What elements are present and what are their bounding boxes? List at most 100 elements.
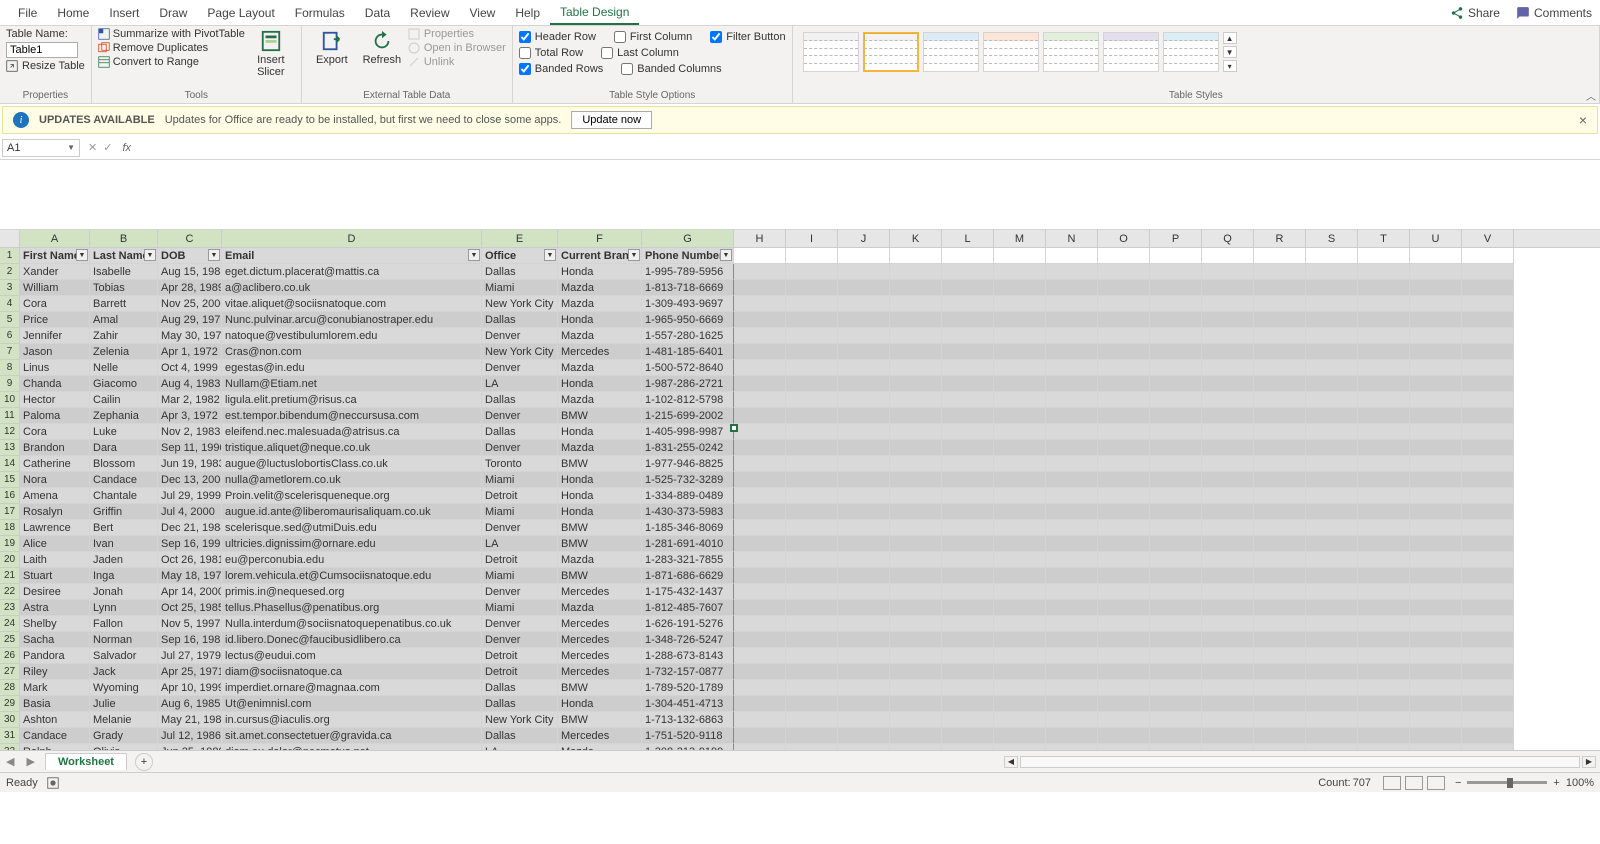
table-cell[interactable] [890, 328, 942, 344]
table-cell[interactable] [1098, 296, 1150, 312]
table-cell[interactable] [1046, 392, 1098, 408]
table-header-cell[interactable] [1046, 248, 1098, 264]
table-cell[interactable] [1046, 456, 1098, 472]
row-header[interactable]: 20 [0, 552, 20, 568]
row-header[interactable]: 13 [0, 440, 20, 456]
table-cell[interactable]: Blossom [90, 456, 158, 472]
table-cell[interactable] [1098, 520, 1150, 536]
table-cell[interactable] [838, 616, 890, 632]
table-style-thumb[interactable] [1043, 32, 1099, 72]
table-cell[interactable]: 1-215-699-2002 [642, 408, 734, 424]
table-style-thumb[interactable] [863, 32, 919, 72]
table-cell[interactable] [942, 472, 994, 488]
table-cell[interactable]: in.cursus@iaculis.org [222, 712, 482, 728]
table-cell[interactable]: Aug 15, 1988 [158, 264, 222, 280]
view-page-layout-icon[interactable] [1405, 776, 1423, 790]
table-cell[interactable] [942, 376, 994, 392]
table-cell[interactable] [1306, 504, 1358, 520]
table-cell[interactable]: Detroit [482, 552, 558, 568]
table-cell[interactable]: Chantale [90, 488, 158, 504]
table-cell[interactable] [1254, 328, 1306, 344]
table-cell[interactable] [1306, 728, 1358, 744]
table-cell[interactable]: Mazda [558, 440, 642, 456]
table-cell[interactable] [1098, 712, 1150, 728]
table-cell[interactable] [1046, 696, 1098, 712]
table-cell[interactable]: May 21, 1985 [158, 712, 222, 728]
table-cell[interactable] [734, 616, 786, 632]
table-cell[interactable]: Honda [558, 696, 642, 712]
table-cell[interactable]: Lynn [90, 600, 158, 616]
table-cell[interactable]: Price [20, 312, 90, 328]
table-cell[interactable]: Denver [482, 360, 558, 376]
table-cell[interactable]: Linus [20, 360, 90, 376]
table-cell[interactable]: Apr 28, 1989 [158, 280, 222, 296]
table-cell[interactable]: May 30, 1976 [158, 328, 222, 344]
table-cell[interactable] [1306, 744, 1358, 750]
table-cell[interactable] [1254, 376, 1306, 392]
table-cell[interactable] [1254, 712, 1306, 728]
table-cell[interactable]: Mazda [558, 600, 642, 616]
table-cell[interactable] [734, 584, 786, 600]
table-cell[interactable] [1150, 360, 1202, 376]
table-cell[interactable]: 1-308-213-9199 [642, 744, 734, 750]
table-cell[interactable]: Nov 25, 2000 [158, 296, 222, 312]
table-cell[interactable]: Jonah [90, 584, 158, 600]
table-cell[interactable] [838, 680, 890, 696]
table-cell[interactable]: nulla@ametlorem.co.uk [222, 472, 482, 488]
table-cell[interactable] [890, 712, 942, 728]
row-header[interactable]: 23 [0, 600, 20, 616]
table-cell[interactable] [942, 424, 994, 440]
table-cell[interactable] [838, 456, 890, 472]
table-cell[interactable] [734, 520, 786, 536]
table-cell[interactable] [1150, 632, 1202, 648]
table-cell[interactable] [1306, 616, 1358, 632]
table-cell[interactable]: 1-789-520-1789 [642, 680, 734, 696]
chk-header-row[interactable]: Header Row [519, 31, 596, 43]
table-cell[interactable] [1254, 440, 1306, 456]
table-cell[interactable] [1254, 520, 1306, 536]
table-cell[interactable] [890, 552, 942, 568]
table-cell[interactable] [1358, 440, 1410, 456]
table-cell[interactable] [1358, 712, 1410, 728]
table-cell[interactable]: Paloma [20, 408, 90, 424]
table-cell[interactable] [1358, 472, 1410, 488]
table-header-cell[interactable] [734, 248, 786, 264]
table-cell[interactable] [1098, 408, 1150, 424]
table-cell[interactable]: Nelle [90, 360, 158, 376]
table-cell[interactable]: Denver [482, 328, 558, 344]
table-cell[interactable] [1358, 424, 1410, 440]
table-cell[interactable] [1410, 408, 1462, 424]
table-cell[interactable] [1462, 488, 1514, 504]
table-cell[interactable]: LA [482, 536, 558, 552]
table-cell[interactable] [1358, 456, 1410, 472]
table-cell[interactable] [786, 392, 838, 408]
table-cell[interactable] [1098, 328, 1150, 344]
table-cell[interactable] [1410, 488, 1462, 504]
table-cell[interactable] [1410, 680, 1462, 696]
table-cell[interactable] [838, 520, 890, 536]
table-cell[interactable]: Oct 25, 1985 [158, 600, 222, 616]
table-cell[interactable] [1254, 280, 1306, 296]
table-cell[interactable]: Alice [20, 536, 90, 552]
table-cell[interactable]: Mercedes [558, 664, 642, 680]
table-cell[interactable]: Jack [90, 664, 158, 680]
table-cell[interactable] [786, 520, 838, 536]
table-cell[interactable] [994, 408, 1046, 424]
table-cell[interactable] [994, 264, 1046, 280]
table-cell[interactable]: Mar 2, 1982 [158, 392, 222, 408]
table-cell[interactable] [734, 408, 786, 424]
table-cell[interactable] [890, 312, 942, 328]
table-cell[interactable]: scelerisque.sed@utmiDuis.edu [222, 520, 482, 536]
filter-dropdown-icon[interactable]: ▼ [468, 249, 480, 261]
table-cell[interactable] [1046, 344, 1098, 360]
table-cell[interactable] [1150, 584, 1202, 600]
column-header[interactable]: B [90, 230, 158, 247]
table-cell[interactable]: Apr 10, 1999 [158, 680, 222, 696]
table-cell[interactable]: Oct 26, 1981 [158, 552, 222, 568]
table-cell[interactable] [1150, 504, 1202, 520]
table-cell[interactable] [1462, 536, 1514, 552]
column-header[interactable]: O [1098, 230, 1150, 247]
table-cell[interactable] [1358, 648, 1410, 664]
table-cell[interactable]: Dallas [482, 424, 558, 440]
table-cell[interactable] [1358, 520, 1410, 536]
